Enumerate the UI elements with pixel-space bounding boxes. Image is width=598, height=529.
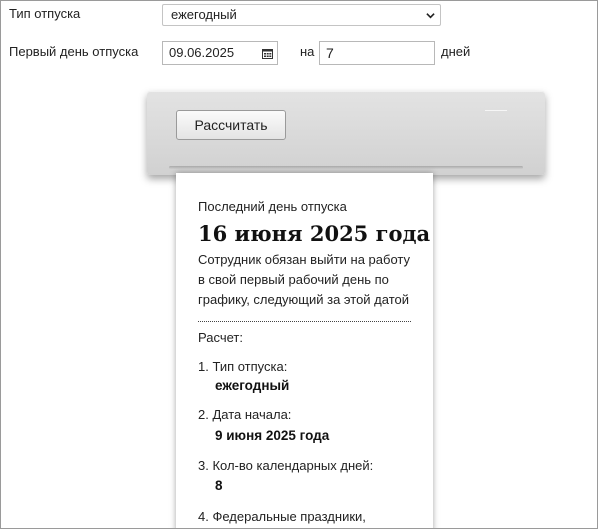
na-label: на (300, 44, 315, 59)
first-day-value: 09.06.2025 (169, 45, 235, 60)
days-label: дней (441, 44, 471, 59)
last-day-value: 16 июня 2025 года (198, 221, 431, 246)
item-value: 9 июня 2025 года (215, 428, 330, 443)
vacation-type-label: Тип отпуска (9, 6, 81, 21)
item-label: 4. Федеральные праздники, (198, 509, 366, 524)
result-receipt: Последний день отпуска 16 июня 2025 года… (176, 173, 433, 528)
item-label: 3. Кол-во календарных дней: (198, 458, 374, 473)
calendar-icon[interactable] (262, 48, 273, 59)
vacation-type-value: ежегодный (171, 7, 237, 22)
printer-slot (169, 166, 523, 169)
days-count-input[interactable]: 7 (319, 41, 435, 65)
return-note: Сотрудник обязан выйти на работу в свой … (198, 252, 410, 307)
calculator-frame: Тип отпуска ежегодный Первый день отпуск… (0, 0, 598, 529)
chevron-down-icon (426, 13, 435, 19)
item-label: 2. Дата начала: (198, 407, 292, 422)
first-day-date-input[interactable]: 09.06.2025 (162, 41, 278, 65)
item-value: ежегодный (215, 378, 290, 393)
calc-heading: Расчет: (198, 330, 243, 345)
separator (198, 321, 411, 322)
item-value: 8 (215, 478, 223, 493)
last-day-caption: Последний день отпуска (198, 199, 347, 214)
calculate-button[interactable]: Рассчитать (176, 110, 286, 140)
item-label: 1. Тип отпуска: (198, 359, 288, 374)
days-count-value: 7 (326, 45, 334, 61)
vacation-type-select[interactable]: ежегодный (162, 4, 441, 26)
first-day-label: Первый день отпуска (9, 44, 139, 59)
